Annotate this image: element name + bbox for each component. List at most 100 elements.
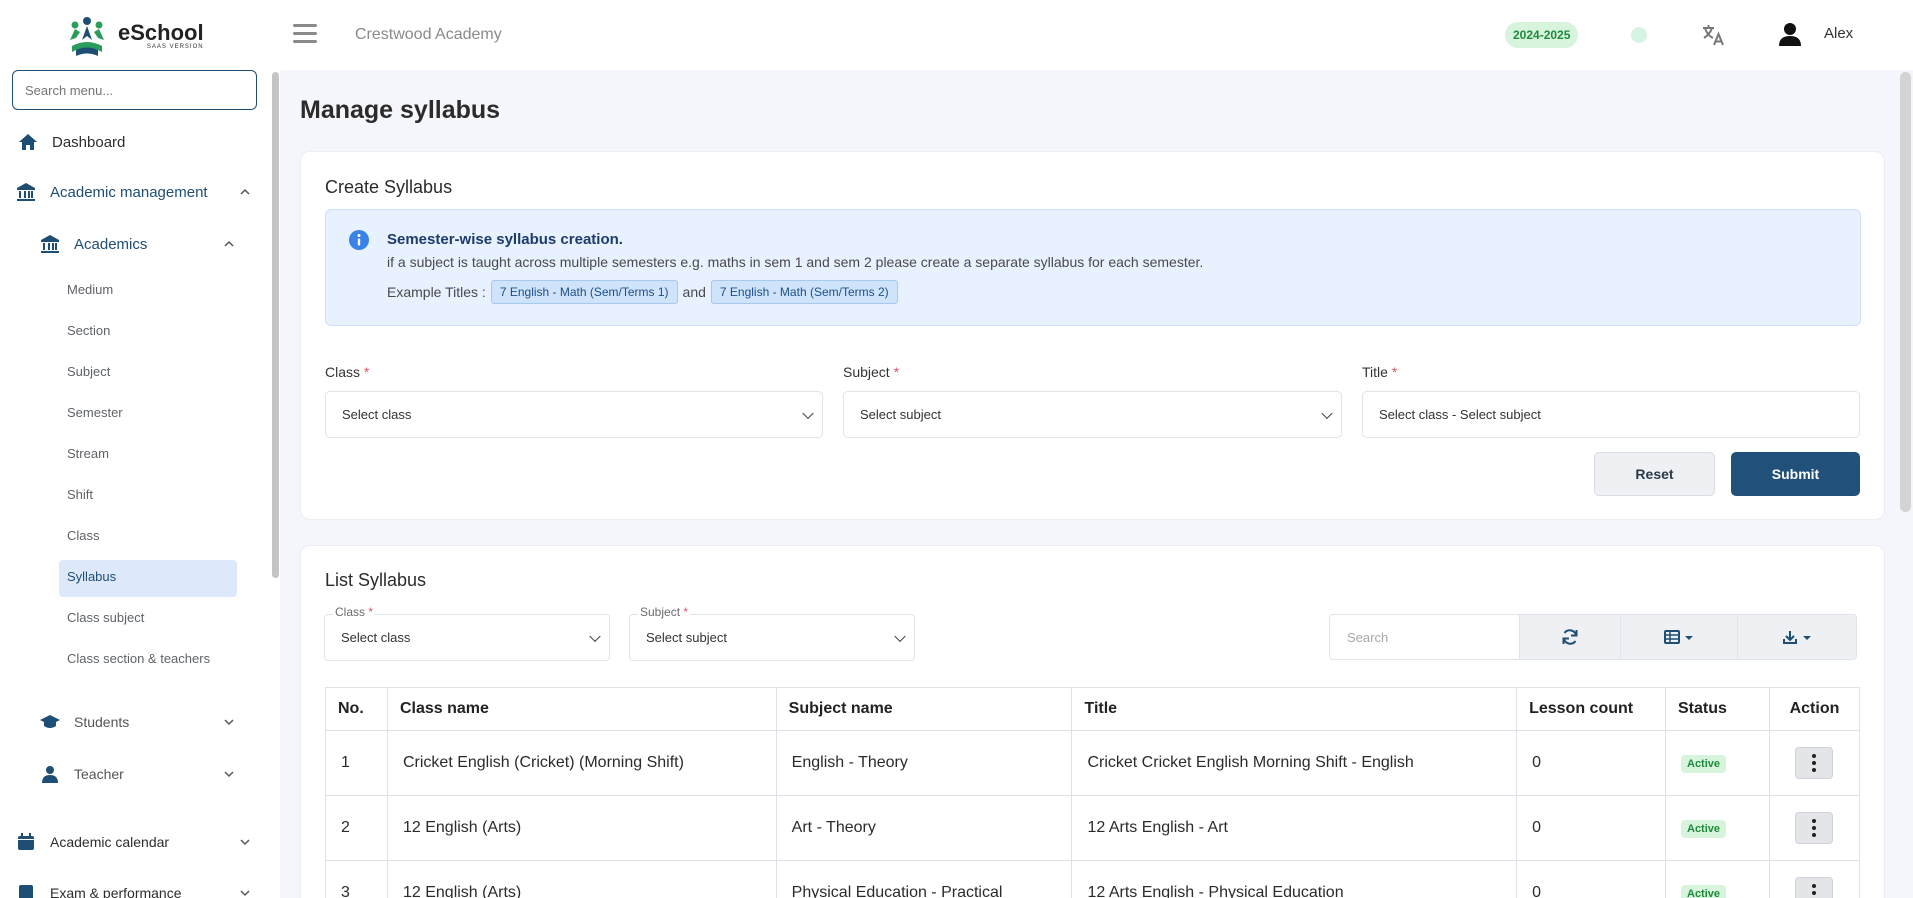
chevron-down-icon (224, 719, 234, 726)
alert-title: Semester-wise syllabus creation. (387, 231, 623, 248)
kebab-menu-icon (1811, 819, 1816, 837)
sidebar-item-label: Students (74, 714, 130, 730)
subject-select[interactable]: Select subject (843, 391, 1342, 438)
sidebar-subitem-shift[interactable]: Shift (67, 487, 93, 502)
status-dot-icon (1631, 27, 1647, 43)
cell-status: Active (1665, 730, 1770, 796)
filter-class-value: Select class (341, 630, 411, 645)
filter-class-select[interactable]: Select class (324, 614, 610, 661)
sidebar-subitem-syllabus[interactable]: Syllabus (67, 569, 116, 584)
column-header-title[interactable]: Title (1071, 687, 1518, 731)
sidebar-item-label: Academic management (50, 183, 208, 201)
sidebar-item-label: Teacher (74, 766, 124, 782)
class-select[interactable]: Select class (325, 391, 823, 438)
user-name[interactable]: Alex (1824, 25, 1853, 42)
sidebar-subitem-class-subject[interactable]: Class subject (67, 610, 144, 625)
required-mark: * (683, 605, 689, 619)
class-label-text: Class (325, 364, 361, 380)
chevron-down-icon (894, 630, 906, 642)
title-input[interactable]: Select class - Select subject (1362, 391, 1860, 438)
cell-lesson-count: 0 (1516, 730, 1666, 796)
row-actions-button[interactable] (1794, 877, 1833, 898)
info-alert: Semester-wise syllabus creation. if a su… (325, 209, 1861, 326)
alert-text: if a subject is taught across multiple s… (387, 254, 1204, 270)
cell-title: 12 Arts English - Physical Education (1071, 860, 1518, 898)
list-card-title: List Syllabus (325, 570, 427, 590)
column-header-subject-name[interactable]: Subject name (775, 687, 1073, 731)
sidebar-item-academic-management[interactable]: Academic management (16, 181, 256, 203)
translate-icon[interactable] (1700, 22, 1726, 48)
reset-button[interactable]: Reset (1594, 452, 1715, 496)
cell-no: 3 (325, 860, 388, 898)
institution-icon (40, 234, 60, 254)
column-header-status[interactable]: Status (1665, 687, 1770, 731)
status-badge: Active (1681, 884, 1727, 898)
sidebar-subitem-class[interactable]: Class (67, 528, 100, 543)
sidebar-subitem-semester[interactable]: Semester (67, 405, 123, 420)
session-badge[interactable]: 2024-2025 (1505, 22, 1579, 48)
sidebar-subitem-stream[interactable]: Stream (67, 446, 109, 461)
sidebar-item-exam-performance[interactable]: Exam & performance (16, 882, 256, 898)
submit-button[interactable]: Submit (1731, 452, 1860, 496)
row-actions-button[interactable] (1794, 812, 1833, 844)
sidebar-subitem-subject[interactable]: Subject (67, 364, 110, 379)
example-chip: 7 English - Math (Sem/Terms 2) (710, 280, 898, 304)
brand-name: eSchool (118, 20, 204, 45)
syllabus-table: No. Class name Subject name Title Lesson… (325, 687, 1861, 898)
chevron-down-icon (240, 839, 250, 846)
column-header-class-name[interactable]: Class name (386, 687, 777, 731)
table-search-input[interactable]: Search (1330, 615, 1521, 659)
export-button[interactable] (1738, 615, 1856, 659)
required-mark: * (893, 364, 900, 380)
logo[interactable]: eSchool SAAS VERSION (64, 14, 204, 58)
cell-class-name: 12 English (Arts) (386, 795, 777, 861)
table-row: 3 12 English (Arts) Physical Education -… (325, 860, 1861, 898)
filter-subject-value: Select subject (646, 630, 727, 645)
filter-class-label: Class * (333, 605, 376, 619)
menu-search-input[interactable] (12, 70, 257, 110)
institution-icon (16, 182, 36, 202)
class-label: Class * (325, 364, 369, 380)
column-header-lesson-count[interactable]: Lesson count (1516, 687, 1666, 731)
sidebar-subitem-section[interactable]: Section (67, 323, 110, 338)
sidebar-item-academic-calendar[interactable]: Academic calendar (16, 831, 256, 853)
sidebar: eSchool SAAS VERSION Dashboard Academic … (0, 0, 280, 898)
sidebar-subitem-class-section-teachers[interactable]: Class section & teachers (67, 651, 210, 666)
examples-joiner: and (682, 284, 706, 300)
chevron-down-icon (240, 890, 250, 897)
cell-action (1768, 795, 1861, 861)
row-actions-button[interactable] (1794, 747, 1833, 779)
sidebar-item-students[interactable]: Students (40, 711, 240, 733)
cell-lesson-count: 0 (1516, 860, 1666, 898)
class-select-value: Select class (342, 407, 412, 422)
table-row: 1 Cricket English (Cricket) (Morning Shi… (325, 730, 1861, 796)
kebab-menu-icon (1811, 884, 1816, 898)
required-mark: * (1391, 364, 1398, 380)
sidebar-item-label: Exam & performance (50, 885, 182, 898)
logo-icon (70, 17, 104, 56)
column-header-no[interactable]: No. (325, 687, 388, 731)
user-avatar-icon[interactable] (1779, 22, 1801, 46)
cell-no: 2 (325, 795, 388, 861)
table-columns-icon (1664, 630, 1694, 644)
sidebar-item-academics[interactable]: Academics (40, 233, 240, 255)
sidebar-item-dashboard[interactable]: Dashboard (18, 131, 258, 153)
page-scrollbar[interactable] (1900, 72, 1911, 512)
status-badge: Active (1681, 819, 1727, 838)
refresh-button[interactable] (1520, 615, 1621, 659)
table-header-row: No. Class name Subject name Title Lesson… (325, 687, 1861, 731)
sidebar-subitem-medium[interactable]: Medium (67, 282, 113, 297)
sidebar-item-label: Academic calendar (50, 834, 170, 850)
columns-toggle-button[interactable] (1620, 615, 1739, 659)
cell-status: Active (1665, 795, 1770, 861)
filter-subject-select[interactable]: Select subject (629, 614, 915, 661)
status-badge: Active (1681, 754, 1727, 773)
sidebar-item-teacher[interactable]: Teacher (40, 763, 240, 785)
sidebar-scrollbar[interactable] (272, 72, 279, 578)
cell-subject-name: Art - Theory (775, 795, 1073, 861)
subject-label-text: Subject (843, 364, 890, 380)
cell-title: 12 Arts English - Art (1071, 795, 1518, 861)
menu-toggle-icon[interactable] (293, 24, 317, 44)
home-icon (18, 132, 38, 152)
column-header-action: Action (1768, 687, 1861, 731)
